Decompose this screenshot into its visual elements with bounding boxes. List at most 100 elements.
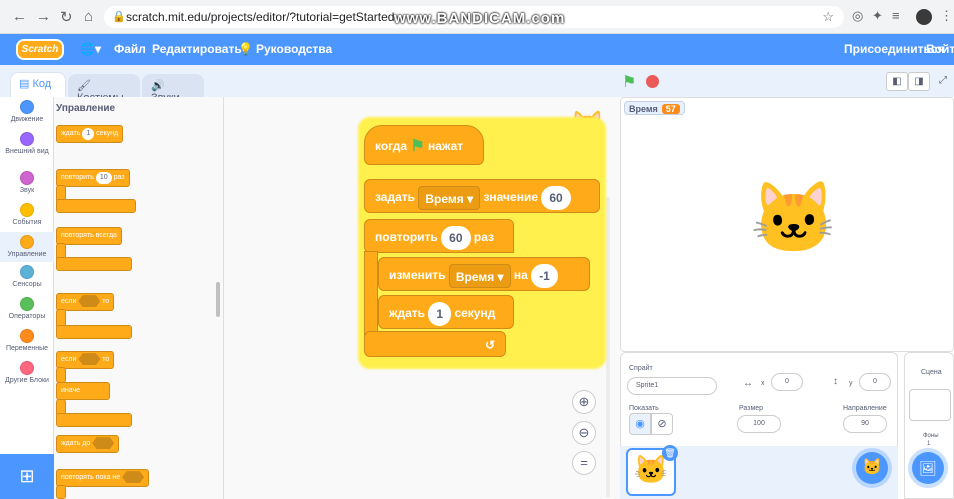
puzzle-icon[interactable]: ✦ [872,8,883,24]
block-text: секунд [96,130,119,137]
block-text: задать [375,190,416,204]
size-input[interactable]: 100 [737,415,781,433]
direction-label: Направление [843,405,887,412]
zoom-reset-icon[interactable]: = [572,451,596,475]
condition-slot[interactable] [78,353,101,366]
sprite-name-input[interactable]: Sprite1 [627,377,717,395]
menu-file[interactable]: Файл [114,42,146,56]
block-input[interactable]: 1 [82,128,95,140]
condition-slot[interactable] [92,437,115,450]
category-control[interactable]: Управление [0,232,54,262]
category-sensing[interactable]: Сенсоры [0,265,54,288]
condition-slot[interactable] [122,471,145,484]
y-arrows-icon: ↕ [833,376,838,387]
lightbulb-icon[interactable]: 💡 [238,42,253,56]
scratch-logo[interactable]: Scratch [16,39,64,60]
block-text: секунд [454,306,496,320]
zoom-out-icon[interactable]: ⊖ [572,421,596,445]
loop-arrow-icon: ↺ [484,338,495,352]
category-looks[interactable]: Внешний вид [0,132,54,155]
add-backdrop-button[interactable]: 🖼 [912,452,944,484]
url-text: scratch.mit.edu/projects/editor/?tutoria… [126,10,395,24]
block-input[interactable]: 10 [95,172,112,184]
back-icon[interactable]: ← [12,8,27,25]
block-change-variable[interactable]: изменить Время ▾ на -1 [378,257,590,291]
reload-icon[interactable]: ↻ [60,8,73,26]
category-sound[interactable]: Звук [0,171,54,194]
tab-code[interactable]: ▤ Код [10,72,66,97]
category-label: События [12,219,42,226]
x-input[interactable]: 0 [771,373,803,391]
bookmark-star-icon[interactable]: ☆ [822,9,834,25]
more-menu-icon[interactable]: ⋮ [940,8,953,24]
c-block-foot [56,199,136,213]
scratch-menubar: Scratch 🌐▾ Файл Редактировать 💡 Руководс… [0,34,954,65]
category-variables[interactable]: Переменные [0,329,54,352]
palette-block-if-else[interactable]: если то [56,351,115,369]
block-text: повторить [61,174,94,181]
palette-scrollbar[interactable] [216,282,220,317]
category-dot [20,203,34,217]
palette-block-if[interactable]: если то [56,293,115,311]
workspace-scrollbar[interactable] [606,197,610,497]
zoom-in-icon[interactable]: ⊕ [572,390,596,414]
c-block-repeat-foot: ↺ [364,331,506,357]
category-label: Другие Блоки [5,377,49,384]
direction-input[interactable]: 90 [843,415,887,433]
palette-block-wait-until[interactable]: ждать до [56,435,120,453]
hide-eye-icon[interactable]: ⊘ [651,413,673,435]
trash-icon[interactable]: 🗑 [662,445,678,461]
category-events[interactable]: События [0,203,54,226]
block-set-variable[interactable]: задать Время ▾ значение 60 [364,179,600,213]
y-input[interactable]: 0 [859,373,891,391]
tab-costumes[interactable]: 🖌 Костюмы [68,74,140,104]
value-input[interactable]: 60 [541,185,571,210]
language-globe-icon[interactable]: 🌐▾ [80,42,101,56]
variable-dropdown[interactable]: Время ▾ [448,263,511,288]
palette-block-wait[interactable]: ждать 1 секунд [56,125,124,143]
show-eye-icon[interactable]: ◉ [629,413,651,435]
normal-stage-icon[interactable]: ◨ [908,72,930,91]
category-operators[interactable]: Операторы [0,297,54,320]
cat-sprite[interactable]: 🐱 [750,183,837,253]
add-sprite-button[interactable]: 🐱 [856,452,888,484]
category-label: Переменные [5,345,49,352]
c-block-arm [56,485,66,499]
tab-code-label: Код [32,78,52,90]
stop-button[interactable] [646,75,659,88]
variable-dropdown[interactable]: Время ▾ [418,185,481,210]
code-workspace[interactable]: 🐱 когда ⚑ нажат задать Время ▾ значение … [224,97,620,499]
stage-label: Сцена [921,369,942,376]
green-flag-button[interactable]: ⚑ [622,72,636,92]
tab-sounds[interactable]: 🔊 Звуки [142,74,204,104]
c-block-repeat[interactable]: повторить 60 раз [364,219,514,253]
condition-slot[interactable] [78,295,101,308]
signin-link[interactable]: Войти [926,42,954,56]
block-text: если [61,356,77,363]
block-text: если [61,298,77,305]
repeat-input[interactable]: 60 [441,225,471,250]
palette-block-repeat[interactable]: повторить 10 раз [56,169,130,187]
category-motion[interactable]: Движение [0,100,54,123]
block-wait[interactable]: ждать 1 секунд [378,295,514,329]
small-stage-icon[interactable]: ◧ [886,72,908,91]
forward-icon[interactable]: → [36,8,51,25]
palette-block-forever[interactable]: повторять всегда [56,227,122,245]
home-icon[interactable]: ⌂ [84,8,93,25]
category-menu: Движение Внешний вид Звук События Управл… [0,97,54,454]
value-input[interactable]: -1 [531,263,558,288]
palette-block-repeat-until[interactable]: повторять пока не [56,469,150,487]
wait-input[interactable]: 1 [428,301,452,326]
add-extension-button[interactable]: ⊞ [0,454,54,499]
fullscreen-icon[interactable]: ⤢ [932,72,954,91]
category-my-blocks[interactable]: Другие Блоки [0,361,54,384]
profile-avatar[interactable] [916,9,932,25]
block-text: повторить [375,230,438,244]
hat-block-when-flag-clicked[interactable]: когда ⚑ нажат [364,125,484,165]
variable-monitor[interactable]: Время 57 [624,101,685,115]
extension-icon[interactable]: ◎ [852,8,863,24]
stage-thumbnail[interactable] [909,389,951,421]
menu-edit[interactable]: Редактировать [152,42,242,56]
playlist-icon[interactable]: ≡ [892,8,900,23]
menu-tutorials[interactable]: Руководства [256,42,332,56]
